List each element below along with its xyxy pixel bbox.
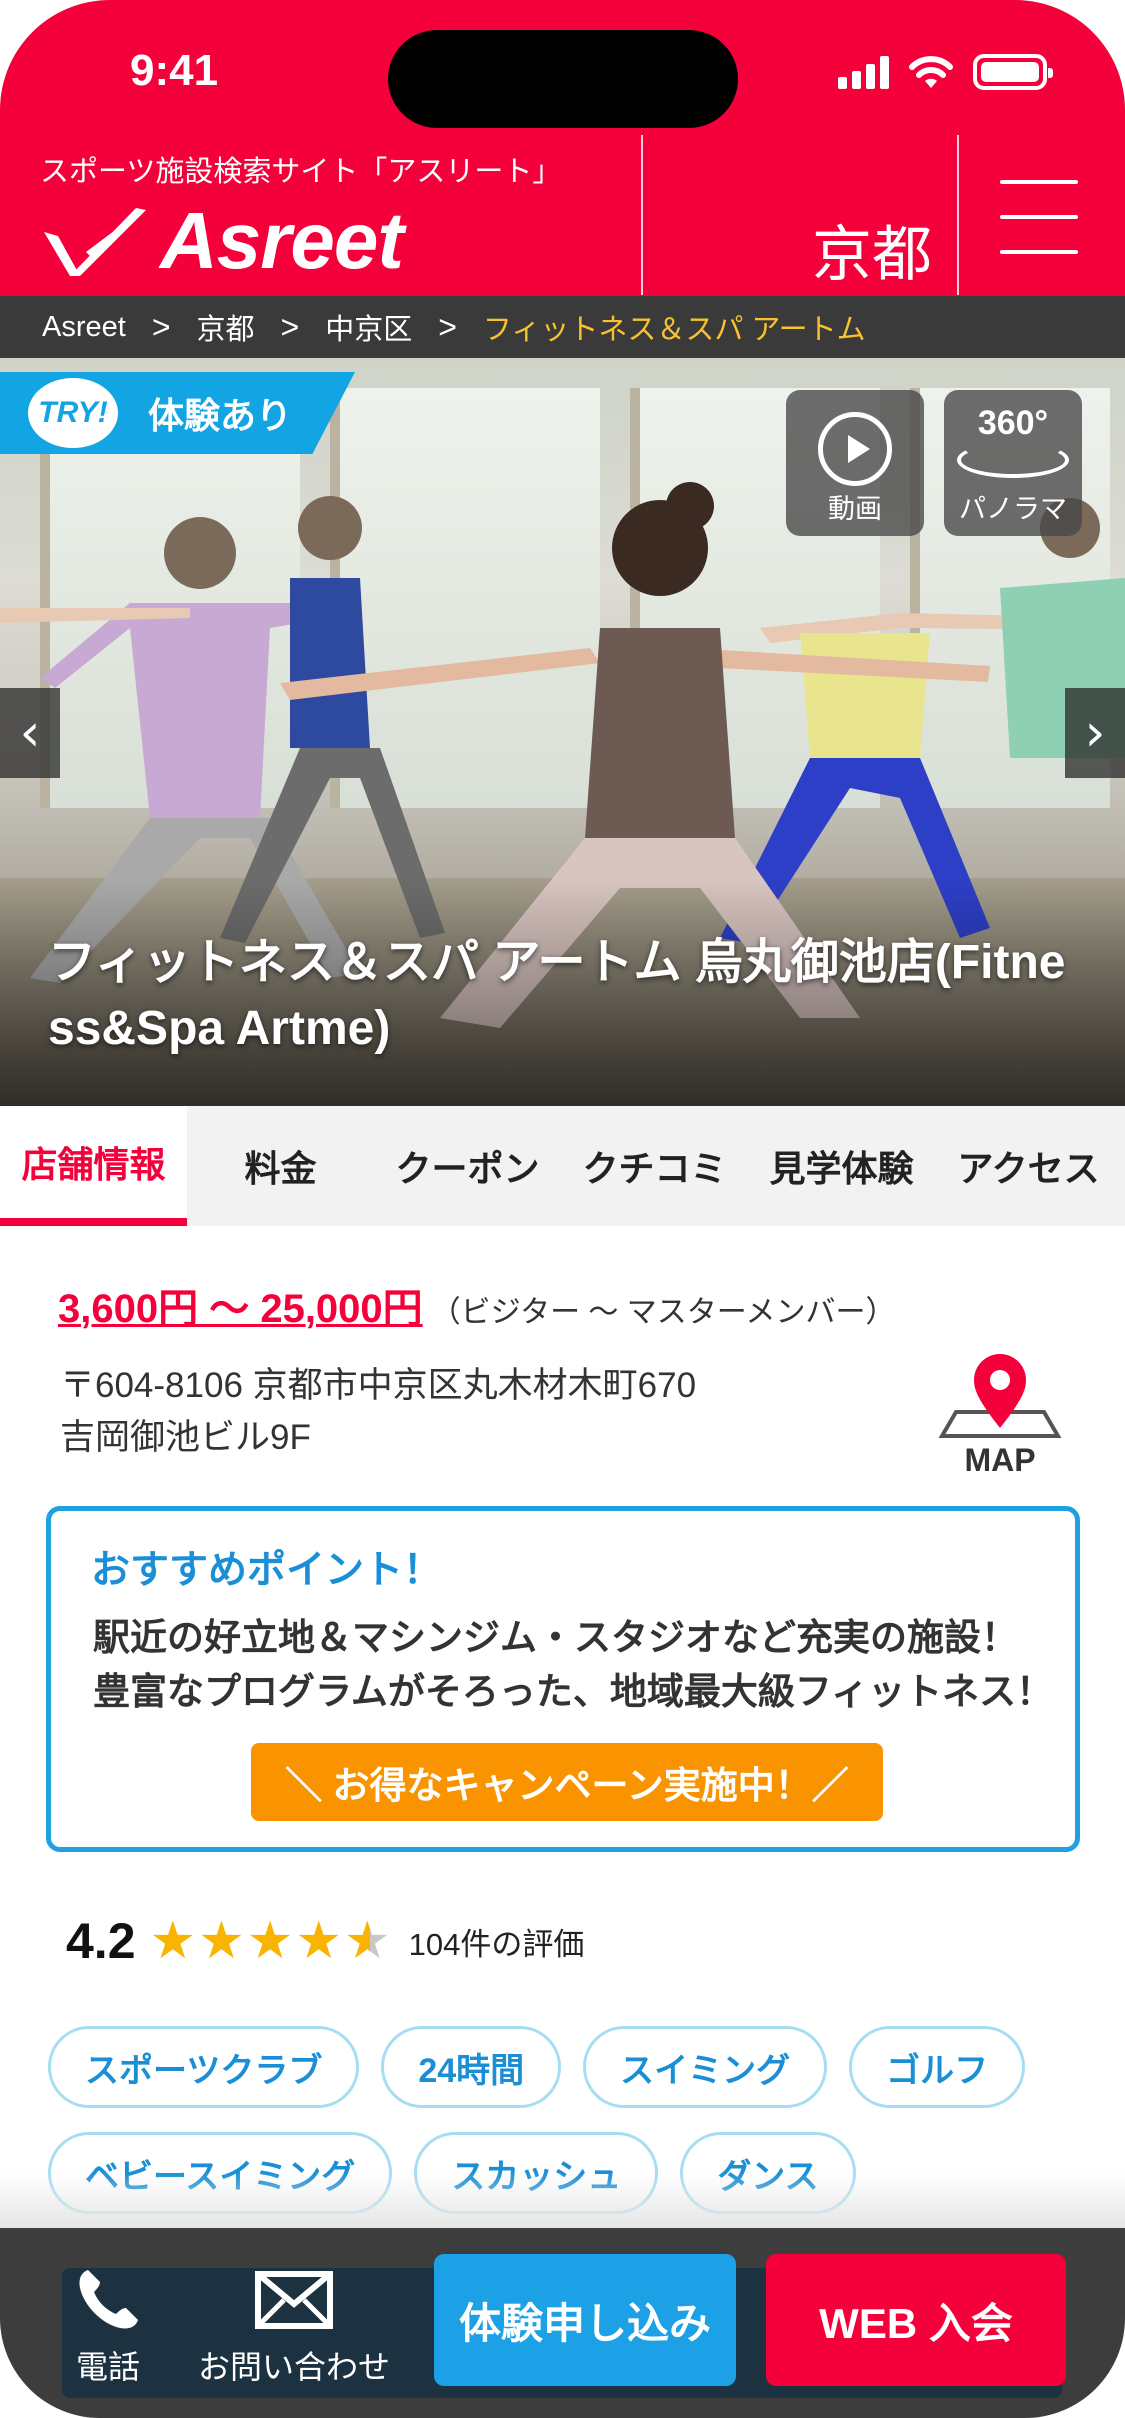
bottom-action-bar: 電話 お問い合わせ 体験申し込み WEB 入会 (0, 2228, 1125, 2418)
star-icon: ★ (344, 1911, 391, 1971)
prev-slide-icon[interactable]: ‹ (0, 688, 60, 778)
tab-access[interactable]: アクセス (935, 1106, 1122, 1226)
price-range: 3,600円 〜 25,000円 （ビジター 〜 マスターメンバー） (58, 1276, 896, 1334)
address: 〒604-8106 京都市中京区丸木材木町670 吉岡御池ビル9F (60, 1360, 696, 1464)
breadcrumb-separator-icon: > (438, 308, 457, 345)
price-note: （ビジター 〜 マスターメンバー） (430, 1296, 896, 1329)
bottom-fade (0, 2172, 1125, 2228)
tab-reviews[interactable]: クチコミ (561, 1106, 748, 1226)
recommend-title: おすすめポイント！ (91, 1549, 443, 1592)
header-divider (641, 135, 643, 295)
phone-label: 電話 (75, 2349, 140, 2385)
star-icon: ★ (246, 1911, 294, 1971)
status-time: 9:41 (130, 46, 219, 95)
battery-icon (973, 54, 1053, 90)
breadcrumb-separator-icon: > (151, 308, 171, 345)
breadcrumb-item[interactable]: 中京区 (325, 306, 412, 348)
map-pin-icon (938, 1354, 1062, 1438)
panorama-ring-icon (957, 442, 1069, 478)
wifi-icon (909, 56, 953, 88)
contact-label: お問い合わせ (198, 2349, 391, 2385)
facility-name: フィットネス＆スパ アートム 烏丸御池店(Fitness&Spa Artme) (48, 936, 1066, 1055)
recommend-box: おすすめポイント！ 駅近の好立地＆マシンジム・スタジオなど充実の施設！ 豊富なプ… (46, 1506, 1080, 1852)
status-icons (838, 54, 1053, 90)
logo-text: Asreet (160, 196, 404, 285)
video-button[interactable]: 動画 (786, 390, 924, 536)
phone-icon (79, 2270, 138, 2329)
tab-store-info[interactable]: 店舗情報 (0, 1106, 187, 1226)
campaign-button[interactable]: ＼ お得なキャンペーン実施中！／ (251, 1743, 883, 1821)
section-tabs: 店舗情報 料金 クーポン クチコミ 見学体験 アクセス (0, 1106, 1125, 1226)
map-button[interactable]: MAP (936, 1350, 1064, 1480)
rating-stars: ★ ★ ★ ★ ★ (150, 1915, 391, 1967)
recommend-body: 駅近の好立地＆マシンジム・スタジオなど充実の施設！ 豊富なプログラムがそろった、… (93, 1611, 1053, 1719)
header-divider (957, 135, 959, 295)
rating-score: 4.2 (66, 1913, 136, 1969)
breadcrumb-current: フィットネス＆スパ アートム (482, 314, 866, 346)
next-slide-icon[interactable]: › (1065, 688, 1125, 778)
web-join-button[interactable]: WEB 入会 (766, 2254, 1066, 2386)
try-badge-label: 体験あり (148, 395, 293, 436)
dynamic-island (388, 30, 738, 128)
trial-available-badge: TRY! 体験あり (0, 372, 355, 454)
trial-apply-button[interactable]: 体験申し込み (434, 2254, 736, 2386)
star-icon: ★ (198, 1911, 245, 1971)
tag-chip[interactable]: ゴルフ (849, 2026, 1026, 2108)
tab-trial[interactable]: 見学体験 (748, 1106, 935, 1226)
contact-button[interactable]: お問い合わせ (198, 2264, 390, 2388)
logo-mark-icon (44, 208, 146, 276)
site-tagline: スポーツ施設検索サイト「アスリート」 (40, 156, 562, 188)
area-selector[interactable]: 京都 (812, 206, 932, 293)
panorama-360-icon: 360° (977, 404, 1049, 442)
address-line: 〒604-8106 京都市中京区丸木材木町670 (60, 1366, 697, 1405)
breadcrumb-item[interactable]: 京都 (197, 306, 255, 348)
price-link[interactable]: 3,600円 〜 25,000円 (58, 1287, 423, 1331)
review-count-link[interactable]: 104件の評価 (409, 1919, 585, 1964)
mail-icon (255, 2271, 333, 2329)
try-badge-icon: TRY! (28, 378, 118, 448)
recommend-line: 豊富なプログラムがそろった、地域最大級フィットネス！ (93, 1671, 1054, 1712)
hamburger-menu-icon[interactable] (1000, 180, 1078, 254)
breadcrumb-separator-icon: > (280, 308, 300, 345)
rating: 4.2 ★ ★ ★ ★ ★ 104件の評価 (66, 1912, 584, 1970)
tab-coupon[interactable]: クーポン (374, 1106, 561, 1226)
play-icon (818, 412, 892, 486)
site-logo[interactable]: Asreet (40, 195, 404, 287)
panorama-button-label: パノラマ (959, 494, 1067, 524)
star-icon: ★ (295, 1911, 343, 1971)
video-button-label: 動画 (828, 494, 882, 524)
tag-chip[interactable]: スポーツクラブ (48, 2026, 360, 2108)
star-icon: ★ (149, 1911, 197, 1971)
recommend-line: 駅近の好立地＆マシンジム・スタジオなど充実の施設！ (93, 1617, 1018, 1658)
address-line: 吉岡御池ビル9F (60, 1418, 311, 1457)
breadcrumb-item[interactable]: Asreet (42, 311, 126, 344)
site-header: 9:41 スポーツ施設検索サイト「アスリート」 Asreet 京都 (0, 0, 1125, 296)
cellular-signal-icon (838, 55, 889, 89)
tag-chip[interactable]: 24時間 (381, 2026, 562, 2108)
tab-pricing[interactable]: 料金 (187, 1106, 374, 1226)
panorama-button[interactable]: 360° パノラマ (944, 390, 1082, 536)
breadcrumb: Asreet > 京都 > 中京区 > フィットネス＆スパ アートム (0, 296, 1125, 358)
tag-chip[interactable]: スイミング (583, 2026, 828, 2108)
map-label: MAP (964, 1442, 1036, 1478)
phone-button[interactable]: 電話 (72, 2264, 144, 2388)
